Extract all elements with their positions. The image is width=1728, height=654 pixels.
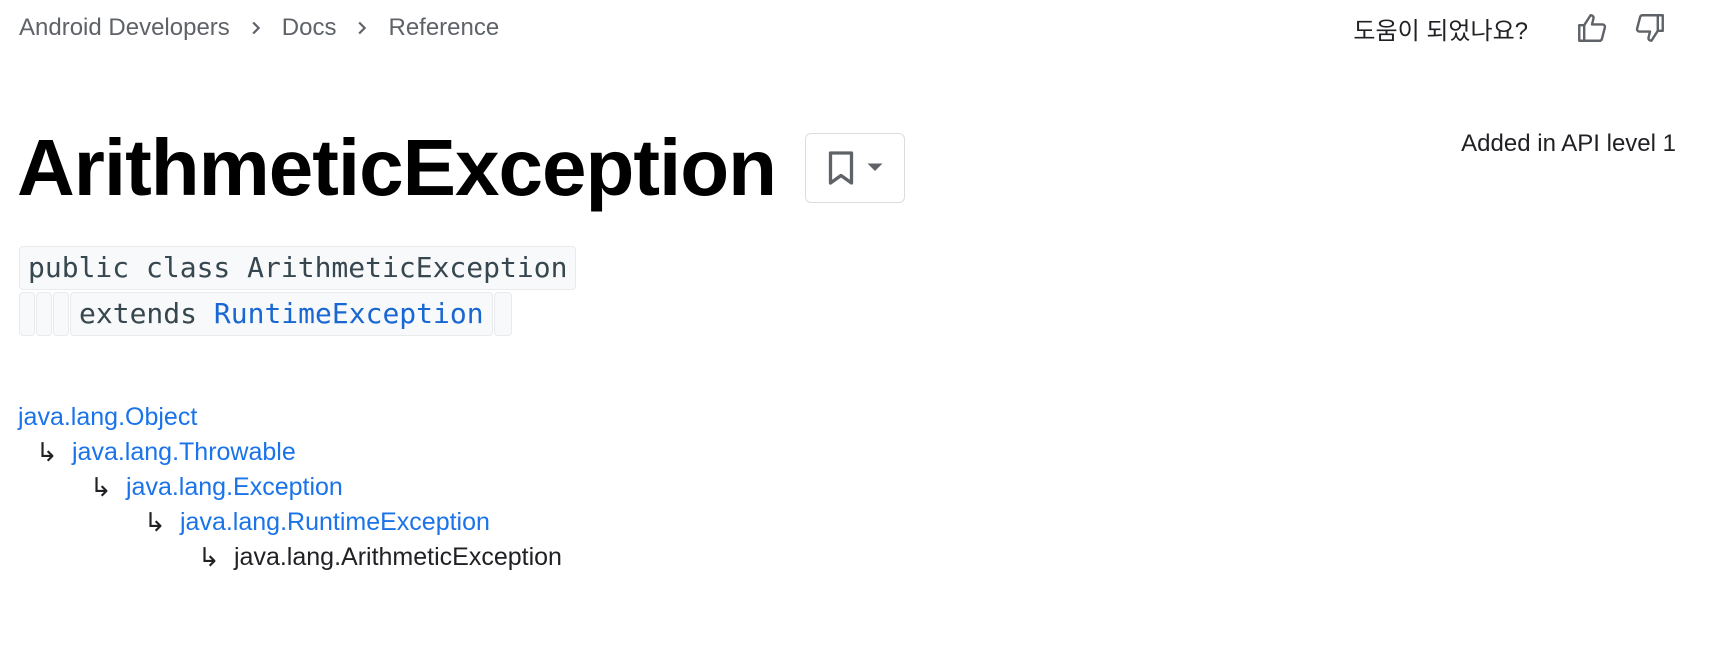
- hierarchy-link-object[interactable]: java.lang.Object: [18, 400, 197, 434]
- class-signature: public class ArithmeticException: [19, 246, 577, 290]
- hierarchy-item: ↳ java.lang.RuntimeException: [126, 505, 490, 539]
- breadcrumb-android-developers[interactable]: Android Developers: [19, 14, 230, 42]
- page: Android Developers Docs Reference 도움이 되었…: [0, 0, 1728, 654]
- thumb-up-icon: [1578, 14, 1607, 42]
- code-indent: [36, 292, 52, 336]
- bookmark-icon: [828, 151, 854, 185]
- bookmark-button[interactable]: [805, 133, 905, 203]
- hierarchy-link-throwable[interactable]: java.lang.Throwable: [72, 435, 296, 469]
- chevron-right-icon: [230, 12, 282, 44]
- breadcrumb-docs[interactable]: Docs: [282, 14, 337, 42]
- hierarchy-item: ↳ java.lang.Exception: [72, 470, 343, 504]
- thumb-down-button[interactable]: [1630, 8, 1670, 48]
- thumb-up-button[interactable]: [1572, 8, 1612, 48]
- hierarchy-link-exception[interactable]: java.lang.Exception: [126, 470, 343, 504]
- caret-down-icon: [867, 163, 883, 171]
- hierarchy-current-class: java.lang.ArithmeticException: [234, 543, 562, 571]
- feedback-label: 도움이 되었나요?: [1353, 17, 1528, 45]
- extends-class-link[interactable]: RuntimeException: [214, 297, 484, 330]
- code-tail: [493, 292, 512, 336]
- hierarchy-arrow-icon: ↳: [144, 507, 166, 537]
- page-title: ArithmeticException: [17, 123, 777, 212]
- extends-keyword: extends: [79, 297, 198, 330]
- breadcrumb-reference[interactable]: Reference: [388, 14, 499, 42]
- hierarchy-arrow-icon: ↳: [198, 542, 220, 572]
- hierarchy-arrow-icon: ↳: [90, 472, 112, 502]
- hierarchy-link-runtimeexception[interactable]: java.lang.RuntimeException: [180, 505, 490, 539]
- api-level-label: Added in API level 1: [1461, 130, 1676, 157]
- code-indent: [19, 292, 35, 336]
- breadcrumb: Android Developers Docs Reference: [19, 12, 499, 44]
- feedback-widget: 도움이 되었나요?: [1353, 8, 1670, 48]
- hierarchy-arrow-icon: ↳: [36, 437, 58, 467]
- class-extends: extends RuntimeException: [19, 292, 512, 336]
- hierarchy-item: java.lang.Object: [18, 400, 197, 434]
- hierarchy-item: ↳ java.lang.Throwable: [18, 435, 296, 469]
- code-indent: [53, 292, 69, 336]
- extends-clause: extends RuntimeException: [70, 292, 493, 336]
- hierarchy-item: ↳ java.lang.ArithmeticException: [180, 540, 562, 574]
- chevron-right-icon: [336, 12, 388, 44]
- thumb-down-icon: [1635, 14, 1664, 42]
